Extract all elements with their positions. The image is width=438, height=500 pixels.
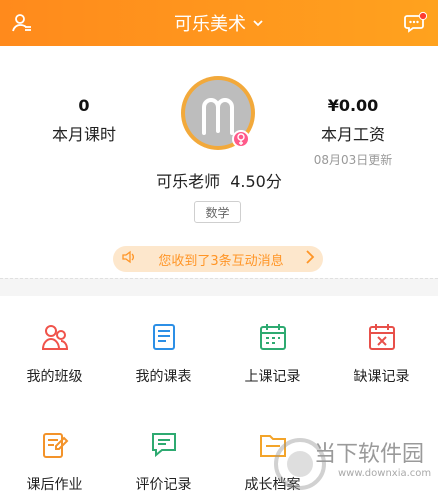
- comment-icon: [149, 430, 179, 460]
- salary-update-time: 08月03日更新: [313, 153, 393, 167]
- monthly-salary-value: ¥0.00: [327, 96, 379, 115]
- top-bar: 可乐美术: [0, 0, 438, 46]
- grid-item-label: 评价记录: [135, 477, 192, 493]
- grid-item-homework[interactable]: 课后作业: [0, 430, 109, 494]
- grid-item-label: 我的班级: [26, 369, 83, 385]
- calendar-record-icon: [258, 322, 288, 352]
- speaker-icon: [121, 250, 137, 268]
- message-icon[interactable]: [403, 11, 428, 35]
- notice-text: 您收到了3条互动消息: [158, 253, 284, 269]
- subject-badge: 数学: [194, 201, 241, 223]
- profile-card: 0 本月课时 ¥0.00 本月工资 08月03日更新 可乐老师 4.50分 数学 …: [0, 46, 438, 278]
- school-title: 可乐美术: [174, 14, 246, 35]
- teacher-name: 可乐老师: [156, 172, 221, 191]
- grid-item-label: 课后作业: [26, 477, 83, 493]
- monthly-hours-value: 0: [78, 96, 90, 115]
- grid-item-label: 我的课表: [135, 369, 192, 385]
- grid-item-evaluation[interactable]: 评价记录: [109, 430, 218, 494]
- teacher-rating: 4.50分: [230, 172, 282, 191]
- interaction-notice[interactable]: 您收到了3条互动消息: [113, 246, 323, 272]
- schedule-icon: [149, 322, 179, 352]
- monthly-hours-label: 本月课时: [51, 125, 116, 144]
- class-icon: [40, 322, 70, 352]
- grid-item-my-class[interactable]: 我的班级: [0, 322, 109, 386]
- grid-item-class-record[interactable]: 上课记录: [218, 322, 327, 386]
- user-settings-icon[interactable]: [11, 12, 33, 34]
- school-selector[interactable]: 可乐美术: [174, 10, 264, 36]
- chevron-right-icon: [305, 249, 315, 269]
- absence-icon: [367, 322, 397, 352]
- grid-item-my-schedule[interactable]: 我的课表: [109, 322, 218, 386]
- female-icon: [232, 130, 250, 148]
- grid-item-label: 上课记录: [244, 369, 301, 385]
- monthly-hours[interactable]: 0 本月课时: [24, 96, 144, 145]
- divider: [0, 278, 438, 279]
- grid-item-absence-record[interactable]: 缺课记录: [327, 322, 436, 386]
- teacher-info: 可乐老师 4.50分: [0, 168, 438, 192]
- monthly-salary-label: 本月工资: [320, 125, 385, 144]
- monthly-salary[interactable]: ¥0.00 本月工资 08月03日更新: [293, 96, 413, 168]
- watermark-text: 当下软件园: [314, 442, 425, 467]
- chevron-down-icon: [252, 13, 264, 34]
- homework-icon: [40, 430, 70, 460]
- grid-item-label: 缺课记录: [353, 369, 410, 385]
- watermark-url: www.downxia.com: [338, 468, 432, 479]
